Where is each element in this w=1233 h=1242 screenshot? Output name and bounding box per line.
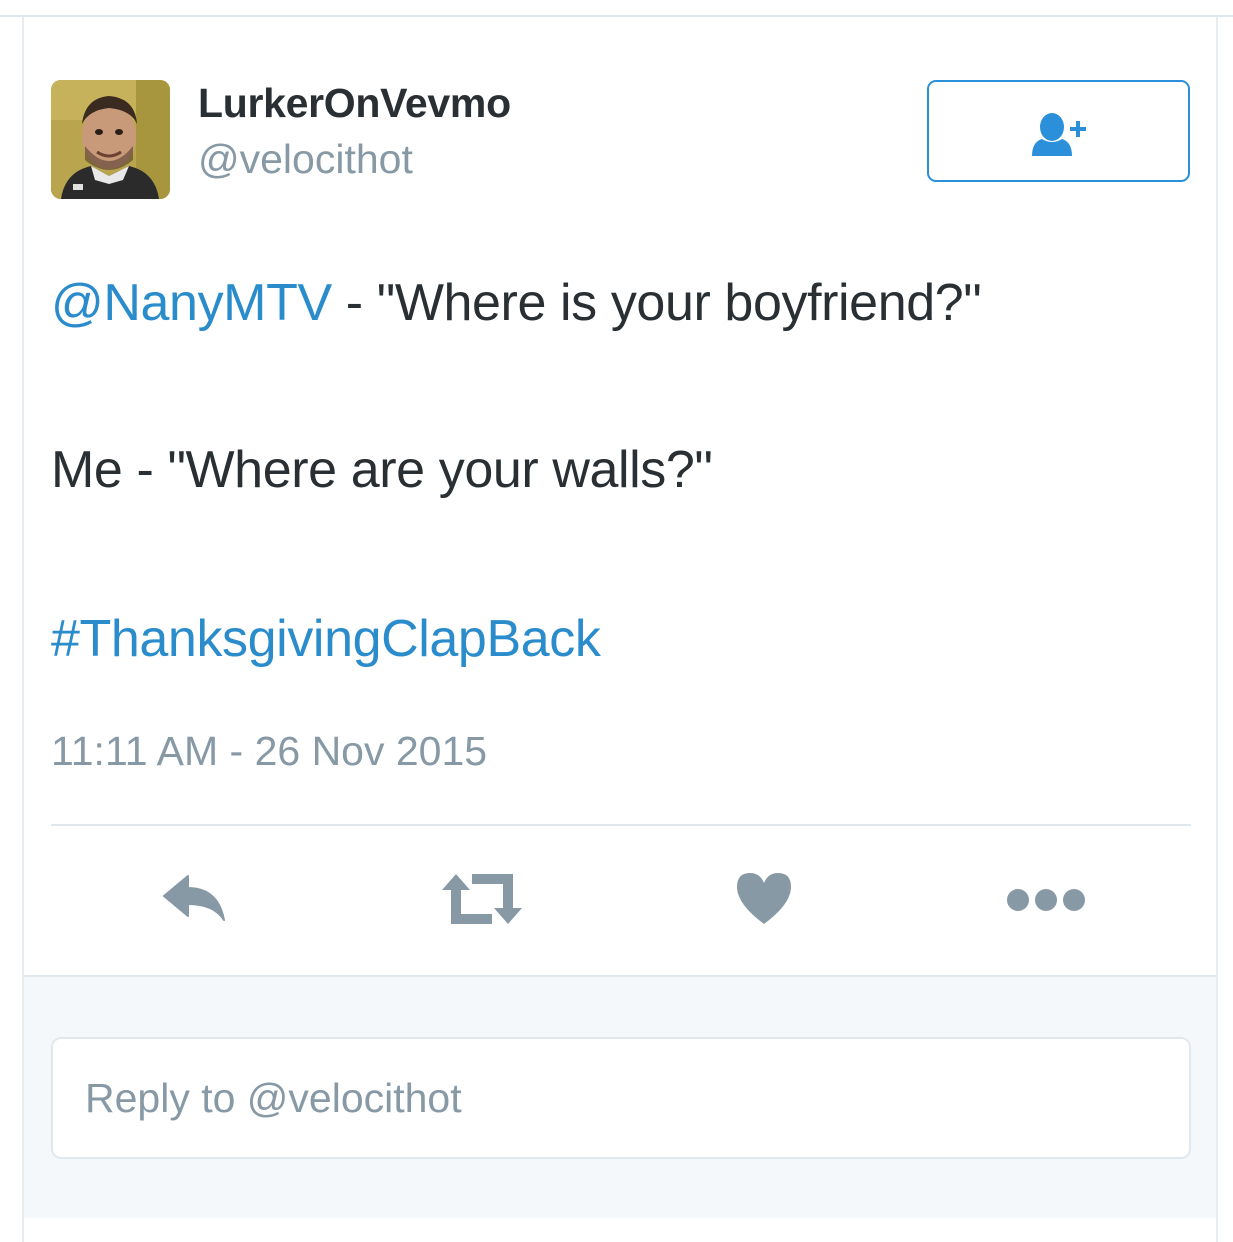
hashtag-link[interactable]: #ThanksgivingClapBack [51, 610, 601, 668]
user-handle[interactable]: @velocithot [198, 136, 413, 183]
mention-link[interactable]: @NanyMTV [51, 274, 332, 332]
tweet-timestamp[interactable]: 11:11 AM - 26 Nov 2015 [51, 728, 487, 775]
user-avatar[interactable] [51, 80, 170, 199]
right-border [1216, 17, 1218, 1242]
reply-placeholder: Reply to @velocithot [85, 1075, 462, 1121]
tweet-text-line-2: Me - "Where are your walls?" [51, 441, 713, 499]
reply-button[interactable] [160, 872, 228, 928]
divider [51, 824, 1191, 826]
tweet-text-line-1: @NanyMTV - "Where is your boyfriend?" [51, 273, 982, 333]
tweet-page: LurkerOnVevmo @velocithot @NanyMTV - "Wh… [0, 0, 1233, 1242]
retweet-button[interactable] [440, 870, 524, 928]
heart-icon [737, 873, 791, 924]
tweet-text-line-3: #ThanksgivingClapBack [51, 609, 601, 669]
reply-arrow-icon [163, 875, 225, 921]
tweet-text-segment: - "Where is your boyfriend?" [331, 274, 982, 332]
avatar-photo [51, 80, 170, 199]
reply-input[interactable]: Reply to @velocithot [51, 1037, 1191, 1159]
follow-button[interactable] [927, 80, 1190, 182]
more-button[interactable] [1006, 886, 1086, 914]
more-dots-icon [1007, 889, 1085, 911]
follow-person-plus-icon [1032, 113, 1086, 156]
retweet-icon [442, 874, 522, 924]
display-name[interactable]: LurkerOnVevmo [198, 80, 511, 127]
like-button[interactable] [735, 870, 793, 926]
